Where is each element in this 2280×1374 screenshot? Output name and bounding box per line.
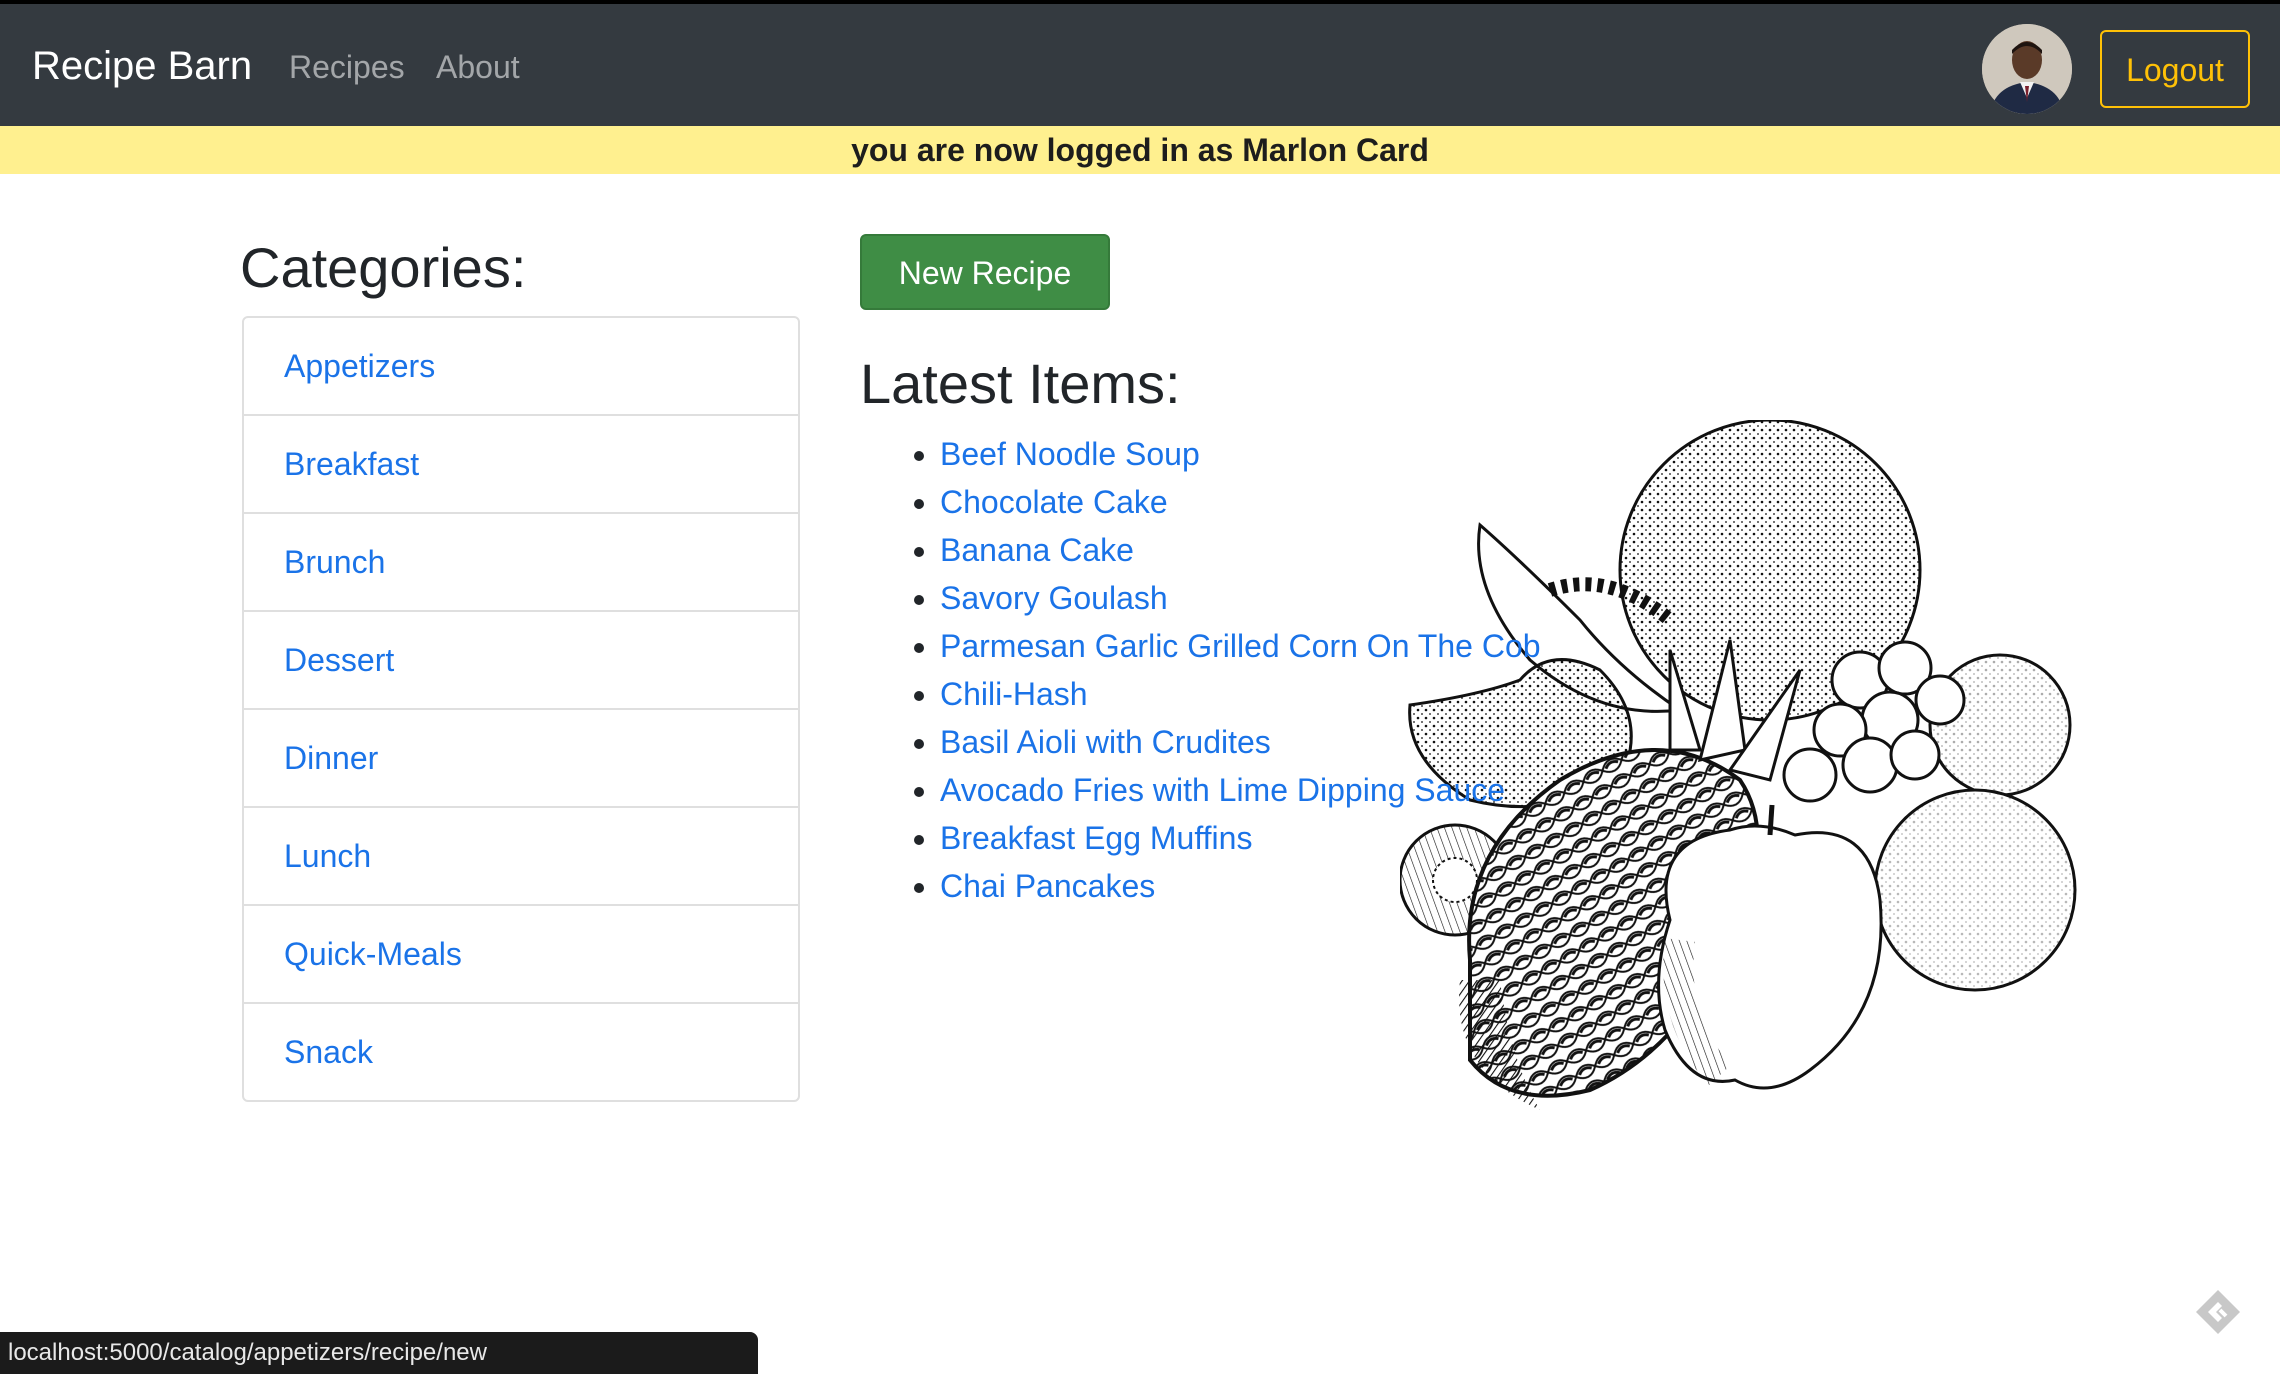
user-avatar[interactable] [1982,24,2072,114]
list-item: Avocado Fries with Lime Dipping Sauce [940,766,1541,814]
latest-item-link[interactable]: Beef Noodle Soup [940,436,1200,472]
navbar: Recipe Barn Recipes About Logout [0,0,2280,126]
avatar-portrait-icon [1982,24,2072,114]
latest-item-link[interactable]: Chili-Hash [940,676,1088,712]
category-item-brunch[interactable]: Brunch [244,512,798,610]
list-item: Banana Cake [940,526,1541,574]
latest-item-link[interactable]: Banana Cake [940,532,1134,568]
categories-heading: Categories: [240,236,527,299]
list-item: Savory Goulash [940,574,1541,622]
latest-items-heading: Latest Items: [860,352,1181,415]
category-item-snack[interactable]: Snack [244,1002,798,1100]
category-item-appetizers[interactable]: Appetizers [244,318,798,414]
new-recipe-button[interactable]: New Recipe [860,234,1110,310]
logout-button[interactable]: Logout [2100,30,2250,108]
list-item: Chai Pancakes [940,862,1541,910]
category-item-lunch[interactable]: Lunch [244,806,798,904]
latest-items-list: Beef Noodle Soup Chocolate Cake Banana C… [900,430,1541,910]
nav-link-about[interactable]: About [436,48,520,86]
list-item: Chocolate Cake [940,478,1541,526]
list-item: Parmesan Garlic Grilled Corn On The Cob [940,622,1541,670]
category-item-quick-meals[interactable]: Quick-Meals [244,904,798,1002]
flash-message: you are now logged in as Marlon Card [0,126,2280,174]
extension-tag-icon[interactable] [2190,1284,2246,1340]
latest-item-link[interactable]: Parmesan Garlic Grilled Corn On The Cob [940,628,1541,664]
latest-item-link[interactable]: Chai Pancakes [940,868,1155,904]
latest-item-link[interactable]: Savory Goulash [940,580,1168,616]
list-item: Chili-Hash [940,670,1541,718]
category-item-breakfast[interactable]: Breakfast [244,414,798,512]
category-list: Appetizers Breakfast Brunch Dessert Dinn… [242,316,800,1102]
status-bar-url: localhost:5000/catalog/appetizers/recipe… [0,1332,758,1374]
latest-item-link[interactable]: Basil Aioli with Crudites [940,724,1271,760]
list-item: Breakfast Egg Muffins [940,814,1541,862]
nav-link-recipes[interactable]: Recipes [289,48,405,86]
list-item: Basil Aioli with Crudites [940,718,1541,766]
category-item-dessert[interactable]: Dessert [244,610,798,708]
latest-item-link[interactable]: Avocado Fries with Lime Dipping Sauce [940,772,1505,808]
brand-link[interactable]: Recipe Barn [32,42,252,90]
latest-item-link[interactable]: Breakfast Egg Muffins [940,820,1252,856]
category-item-dinner[interactable]: Dinner [244,708,798,806]
latest-item-link[interactable]: Chocolate Cake [940,484,1168,520]
list-item: Beef Noodle Soup [940,430,1541,478]
